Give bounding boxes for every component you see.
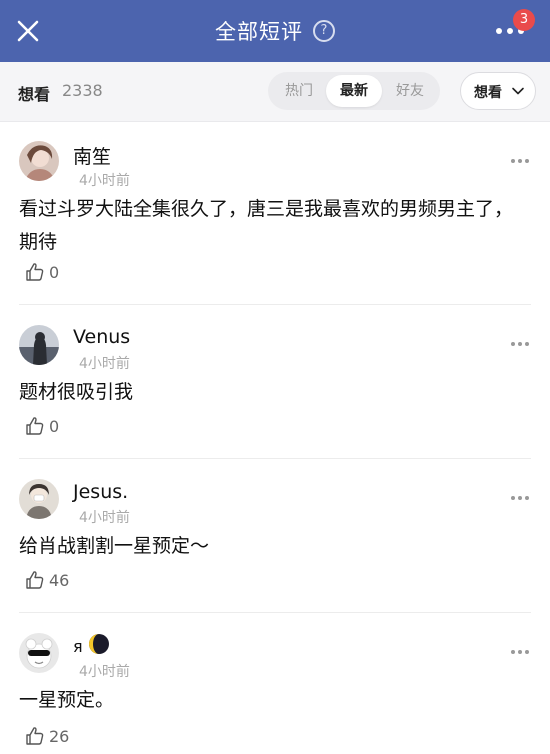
comment-time: 4小时前 (79, 510, 130, 526)
status-label: 想看 (18, 85, 51, 104)
comment-more-button[interactable] (511, 159, 531, 165)
comment-item: я 4小时前 一星预定。 26 (0, 613, 550, 754)
comment-username[interactable]: Venus (73, 326, 130, 348)
like-button[interactable]: 0 (25, 261, 59, 283)
comment-text: 给肖战割割一星预定～ (19, 535, 210, 557)
thumbs-up-icon (26, 263, 44, 281)
top-app-bar: 全部短评 ? 3 (0, 0, 550, 62)
question-circle-icon[interactable]: ? (313, 20, 335, 42)
like-count: 0 (49, 262, 60, 282)
avatar[interactable] (19, 479, 59, 519)
comment-time: 4小时前 (79, 173, 130, 189)
sort-segmented-control: 热门 最新 好友 (268, 72, 440, 110)
avatar[interactable] (19, 325, 59, 365)
title-group: 全部短评 ? (215, 16, 335, 46)
avatar[interactable] (19, 141, 59, 181)
like-count: 46 (49, 570, 70, 590)
avatar[interactable] (19, 633, 59, 673)
tab-latest[interactable]: 最新 (326, 75, 382, 107)
like-button[interactable]: 0 (25, 415, 59, 437)
comment-more-button[interactable] (511, 650, 531, 656)
comment-item: Venus 4小时前 题材很吸引我 0 (0, 305, 550, 459)
comment-count: 2338 (62, 81, 103, 100)
comment-username[interactable]: Jesus. (73, 481, 128, 503)
tab-hot[interactable]: 热门 (271, 75, 327, 107)
filter-bar: 想看 2338 热门 最新 好友 想看 (0, 62, 550, 122)
status-filter-dropdown[interactable]: 想看 (460, 72, 536, 110)
page-title: 全部短评 (215, 20, 303, 44)
comment-text: 一星预定。 (19, 689, 115, 711)
comment-more-button[interactable] (511, 496, 531, 502)
like-button[interactable]: 46 (25, 569, 69, 591)
moon-icon (89, 634, 109, 654)
comment-username[interactable]: я (73, 637, 83, 656)
like-count: 0 (49, 416, 60, 436)
more-horizontal-icon (496, 28, 502, 34)
notification-badge: 3 (513, 9, 535, 31)
comment-item: 南笙 4小时前 看过斗罗大陆全集很久了，唐三是我最喜欢的男频男主了，期待 0 (0, 122, 550, 305)
tab-friends[interactable]: 好友 (382, 75, 438, 107)
comment-time: 4小时前 (79, 356, 130, 372)
comment-username[interactable]: 南笙 (73, 142, 111, 169)
thumbs-up-icon (26, 571, 44, 589)
filter-label: 想看 (474, 85, 502, 101)
comment-text: 看过斗罗大陆全集很久了，唐三是我最喜欢的男频男主了，期待 (19, 198, 514, 253)
like-button[interactable]: 26 (25, 725, 69, 747)
comment-time: 4小时前 (79, 664, 130, 680)
thumbs-up-icon (26, 417, 44, 435)
comment-text: 题材很吸引我 (19, 381, 134, 403)
comment-more-button[interactable] (511, 342, 531, 348)
like-count: 26 (49, 726, 70, 746)
close-icon (17, 20, 39, 42)
thumbs-up-icon (26, 727, 44, 745)
chevron-down-icon (512, 87, 524, 95)
comment-item: Jesus. 4小时前 给肖战割割一星预定～ 46 (0, 459, 550, 613)
close-button[interactable] (14, 17, 42, 45)
